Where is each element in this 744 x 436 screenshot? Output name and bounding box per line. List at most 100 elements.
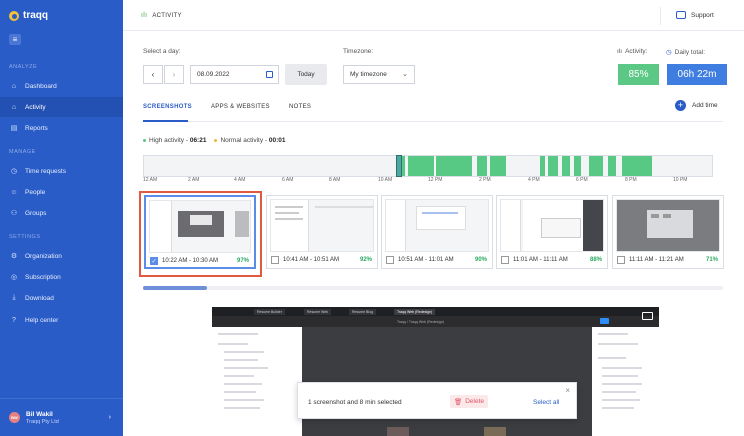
sidebar-item-dashboard[interactable]: ⌂ Dashboard: [0, 76, 123, 96]
timeline-handle[interactable]: [396, 155, 402, 177]
legend-normal: Normal activity - 00:01: [214, 137, 285, 144]
timeline-segment: [477, 156, 487, 176]
timeline-segment: [622, 156, 652, 176]
page-title: ılı ACTIVITY: [141, 12, 182, 19]
timeline-tick: 8 AM: [329, 177, 341, 183]
preview-share-button: [600, 318, 609, 324]
user-name: Bil Wakil: [26, 410, 53, 418]
preview-browser-tabs: Resume Builder Resume Web Resume Blog Tr…: [212, 307, 659, 316]
menu-collapse-button[interactable]: ≡: [9, 34, 21, 45]
sidebar-item-subscription[interactable]: ◎ Subscription: [0, 267, 123, 287]
timeline-tick: 8 PM: [625, 177, 637, 183]
chat-icon: [676, 11, 686, 19]
screenshot-thumbnail[interactable]: [616, 199, 720, 252]
screenshot-time: 11:01 AM - 11:11 AM: [513, 257, 568, 263]
user-profile[interactable]: BW Bil Wakil Traqq Pty Ltd ›: [0, 398, 123, 436]
sidebar-item-organization[interactable]: ⚙ Organization: [0, 246, 123, 266]
timeline-segment: [548, 156, 558, 176]
clock-icon: ◷: [10, 168, 18, 175]
prev-day-button[interactable]: ‹: [143, 65, 163, 84]
sidebar-item-help-center[interactable]: ? Help center: [0, 310, 123, 330]
timeline-segment: [402, 156, 405, 176]
delete-button[interactable]: 🗑 Delete: [450, 395, 488, 408]
sidebar-item-label: Organization: [25, 252, 62, 260]
plus-icon: +: [675, 100, 686, 111]
traqq-logo-icon: [9, 10, 19, 21]
bar-chart-icon: ılı: [617, 48, 623, 55]
activity-legend: High activity - 06:21 Normal activity - …: [143, 137, 285, 144]
timeline-axis: 12 AM 2 AM 4 AM 6 AM 8 AM 10 AM 12 PM 2 …: [143, 177, 713, 187]
preview-left-panel: [212, 327, 302, 436]
organization-icon: ⚙: [10, 253, 18, 260]
timezone-select[interactable]: My timezone ⌄: [343, 65, 415, 84]
timezone-value: My timezone: [350, 71, 387, 78]
screenshot-activity-percent: 90%: [474, 257, 487, 263]
date-input[interactable]: 08.09.2022: [190, 65, 279, 84]
sidebar-item-reports[interactable]: ▤ Reports: [0, 118, 123, 138]
close-icon[interactable]: ×: [565, 386, 570, 395]
preview-tab: Resume Web: [304, 309, 332, 315]
screenshot-checkbox[interactable]: [501, 256, 509, 264]
screenshot-time: 10:51 AM - 11:01 AM: [398, 257, 454, 263]
tab-screenshots[interactable]: SCREENSHOTS: [143, 104, 192, 110]
select-all-link[interactable]: Select all: [533, 399, 559, 406]
timeline-segment: [490, 156, 506, 176]
daily-label-text: Daily total:: [674, 48, 706, 56]
screenshot-checkbox[interactable]: [271, 256, 279, 264]
activity-timeline[interactable]: [143, 155, 713, 177]
screenshot-thumbnail[interactable]: [500, 199, 604, 252]
sidebar-item-groups[interactable]: ⚇ Groups: [0, 203, 123, 223]
sidebar: traqq ≡ ANALYZE ⌂ Dashboard ⌂ Activity ▤…: [0, 0, 123, 436]
section-label-settings: SETTINGS: [9, 234, 41, 240]
activity-icon: ⌂: [11, 103, 17, 111]
main-content: Select a day: ‹ › 08.09.2022 Today Timez…: [123, 31, 744, 436]
legend-high-value: 06:21: [189, 137, 207, 144]
timeline-tick: 2 PM: [479, 177, 491, 183]
top-header: ılı ACTIVITY Support: [123, 0, 744, 31]
download-icon: ⤓: [12, 294, 16, 301]
screenshot-checkbox[interactable]: ✓: [150, 257, 158, 265]
screenshot-card[interactable]: 10:51 AM - 11:01 AM 90%: [381, 195, 493, 269]
today-button[interactable]: Today: [285, 64, 327, 85]
scrollbar-thumb[interactable]: [143, 286, 207, 290]
screenshot-activity-percent: 71%: [705, 257, 718, 263]
screenshot-checkbox[interactable]: [386, 256, 394, 264]
timeline-tick: 10 PM: [673, 177, 688, 183]
tab-apps-websites[interactable]: APPS & WEBSITES: [211, 104, 270, 110]
sidebar-item-people[interactable]: ☺ People: [0, 182, 123, 202]
screenshot-thumbnail[interactable]: [149, 200, 251, 253]
screenshots-scrollbar[interactable]: [143, 286, 723, 290]
reports-icon: ▤: [10, 125, 18, 132]
brand-logo[interactable]: traqq: [9, 10, 48, 21]
timeline-tick: 6 PM: [576, 177, 588, 183]
add-time-button[interactable]: + Add time: [675, 100, 718, 111]
sidebar-item-download[interactable]: ⤓ Download: [0, 288, 123, 308]
bar-chart-icon: ılı: [141, 12, 148, 19]
next-day-button[interactable]: ›: [164, 65, 184, 84]
support-link[interactable]: Support: [676, 11, 714, 19]
screenshot-checkbox[interactable]: [617, 256, 625, 264]
screenshot-thumbnail[interactable]: [385, 199, 489, 252]
timeline-segment: [436, 156, 472, 176]
timezone-label: Timezone:: [343, 48, 374, 55]
timeline-segment: [562, 156, 570, 176]
sidebar-item-time-requests[interactable]: ◷ Time requests: [0, 161, 123, 181]
active-tab-indicator: [143, 120, 188, 122]
support-label: Support: [691, 11, 714, 19]
timeline-tick: 4 AM: [234, 177, 246, 183]
sidebar-item-activity[interactable]: ⌂ Activity: [0, 97, 123, 117]
preview-tab: Traqq Web (Redesign): [394, 309, 436, 315]
tab-notes[interactable]: NOTES: [289, 104, 311, 110]
day-label: Select a day:: [143, 48, 181, 55]
preview-right-panel: [592, 327, 659, 436]
screenshot-thumbnail[interactable]: [270, 199, 374, 252]
screenshot-card[interactable]: ✓ 10:22 AM - 10:30 AM 97%: [144, 195, 256, 269]
chevron-right-icon: ›: [108, 414, 111, 421]
tab-bar: SCREENSHOTS APPS & WEBSITES NOTES: [143, 97, 723, 122]
timeline-tick: 6 AM: [282, 177, 294, 183]
video-camera-icon[interactable]: [642, 312, 653, 320]
screenshot-card[interactable]: 11:01 AM - 11:11 AM 88%: [496, 195, 608, 269]
chevron-down-icon: ⌄: [402, 71, 408, 78]
screenshot-card[interactable]: 11:11 AM - 11:21 AM 71%: [612, 195, 724, 269]
screenshot-card[interactable]: 10:41 AM - 10:51 AM 92%: [266, 195, 378, 269]
